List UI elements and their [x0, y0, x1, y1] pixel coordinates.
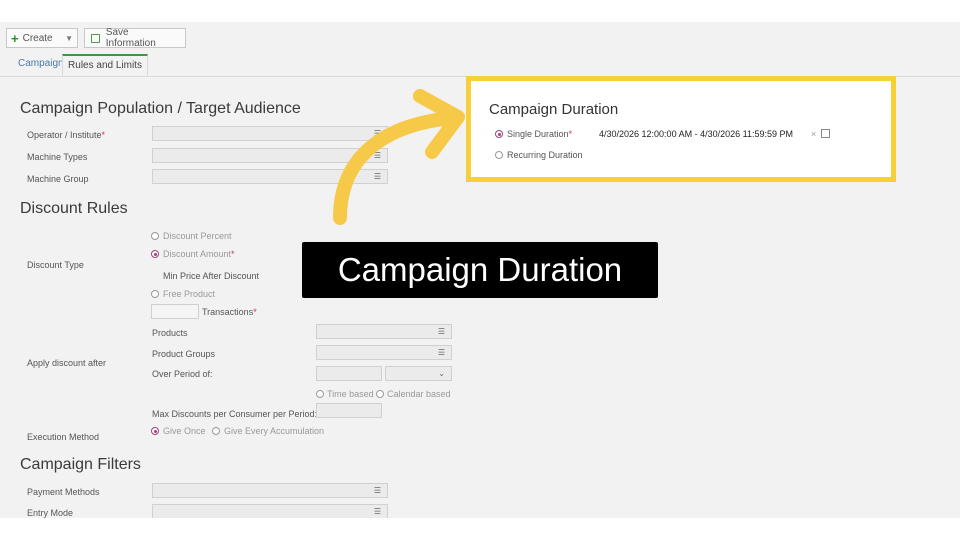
- caption-banner: Campaign Duration: [302, 242, 658, 298]
